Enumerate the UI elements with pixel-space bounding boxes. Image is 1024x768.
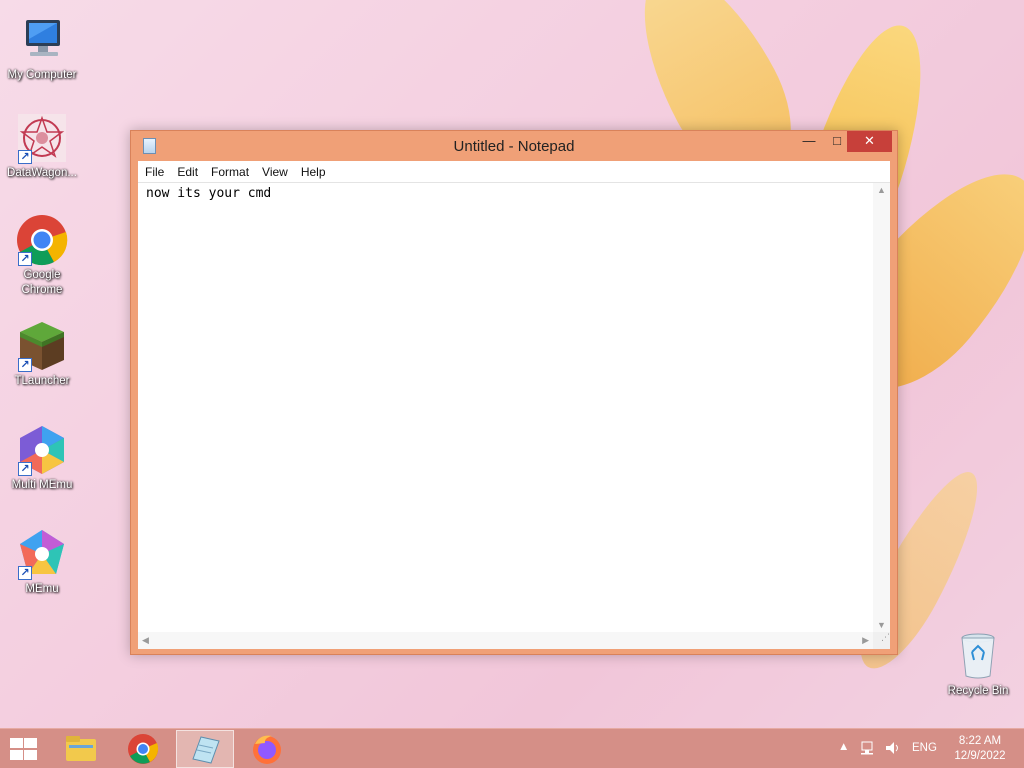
menu-edit[interactable]: Edit [170,161,204,179]
clock-time: 8:22 AM [958,735,1002,747]
text-editor[interactable]: now its your cmd [138,183,873,632]
computer-icon [16,14,68,66]
scroll-down-icon[interactable]: ▼ [877,620,886,630]
desktop-icon-google-chrome[interactable]: ↗ Google Chrome [2,214,82,298]
datawagon-icon: ↗ [16,112,68,164]
desktop-icon-multi-memu[interactable]: ↗ Multi MEmu [2,424,82,493]
desktop-icon-label: Google Chrome [21,269,63,296]
clock-date: 12/9/2022 [954,750,1006,762]
windows-logo-icon [10,738,23,748]
desktop-icon-recycle-bin[interactable]: Recycle Bin [938,630,1018,699]
shortcut-arrow-icon: ↗ [18,252,32,266]
taskbar-notepad[interactable] [176,730,234,768]
scroll-right-icon[interactable]: ▶ [862,635,869,646]
shortcut-arrow-icon: ↗ [18,566,32,580]
desktop-icon-label: DataWagon... [7,167,77,179]
start-button[interactable] [8,738,38,760]
notepad-icon [192,736,220,764]
file-explorer-icon [66,736,96,761]
chrome-icon: ↗ [16,214,68,266]
menu-format[interactable]: Format [204,161,255,179]
menu-view[interactable]: View [255,161,294,179]
windows-logo-icon [24,738,37,748]
menu-bar: File Edit Format View Help [138,161,890,183]
show-hidden-icons-icon[interactable]: ▲ [838,729,854,768]
menu-help[interactable]: Help [294,161,332,179]
taskbar-chrome[interactable] [114,730,172,768]
scroll-up-icon[interactable]: ▲ [877,185,886,195]
taskbar: ▲ ENG 8:22 AM 12/9/2022 [0,728,1024,768]
window-title: Untitled - Notepad [453,138,575,155]
shortcut-arrow-icon: ↗ [18,150,32,164]
windows-logo-icon [24,750,37,760]
minecraft-block-icon: ↗ [16,320,68,372]
close-button[interactable]: ✕ [847,131,892,152]
horizontal-scrollbar[interactable]: ◀ ▶ [138,632,873,649]
desktop-icon-label: MEmu [25,583,59,595]
resize-grip-icon[interactable]: ⋰ [873,632,890,649]
recycle-bin-icon [952,630,1004,682]
chrome-icon [128,734,159,764]
taskbar-firefox[interactable] [238,730,296,768]
minimize-button[interactable]: — [795,131,823,152]
desktop-icon-label: TLauncher [14,375,70,387]
desktop-icon-my-computer[interactable]: My Computer [2,14,82,83]
window-titlebar[interactable]: Untitled - Notepad — □ ✕ [131,131,897,161]
desktop-icon-label: Recycle Bin [947,685,1009,697]
vertical-scrollbar[interactable]: ▲ ▼ [873,183,890,632]
menu-file[interactable]: File [138,161,170,179]
desktop-icon-tlauncher[interactable]: ↗ TLauncher [2,320,82,389]
desktop-icon-label: Multi MEmu [11,479,73,491]
notepad-window[interactable]: Untitled - Notepad — □ ✕ File Edit Format V… [130,130,898,655]
firefox-icon [253,735,281,764]
desktop-icon-datawagon[interactable]: ↗ DataWagon... [2,112,82,181]
language-indicator[interactable]: ENG [912,729,944,768]
taskbar-file-explorer[interactable] [52,730,110,768]
editor-area: now its your cmd ▲ ▼ ◀ ▶ ⋰ [138,183,890,649]
volume-icon[interactable] [884,729,904,768]
desktop-icon-memu[interactable]: ↗ MEmu [2,528,82,597]
system-clock[interactable]: 8:22 AM 12/9/2022 [950,729,1010,768]
desktop-icon-label: My Computer [7,69,77,81]
network-icon[interactable] [860,729,880,768]
shortcut-arrow-icon: ↗ [18,358,32,372]
multi-memu-icon: ↗ [16,424,68,476]
memu-icon: ↗ [16,528,68,580]
windows-logo-icon [10,750,23,760]
scroll-left-icon[interactable]: ◀ [142,635,149,646]
shortcut-arrow-icon: ↗ [18,462,32,476]
